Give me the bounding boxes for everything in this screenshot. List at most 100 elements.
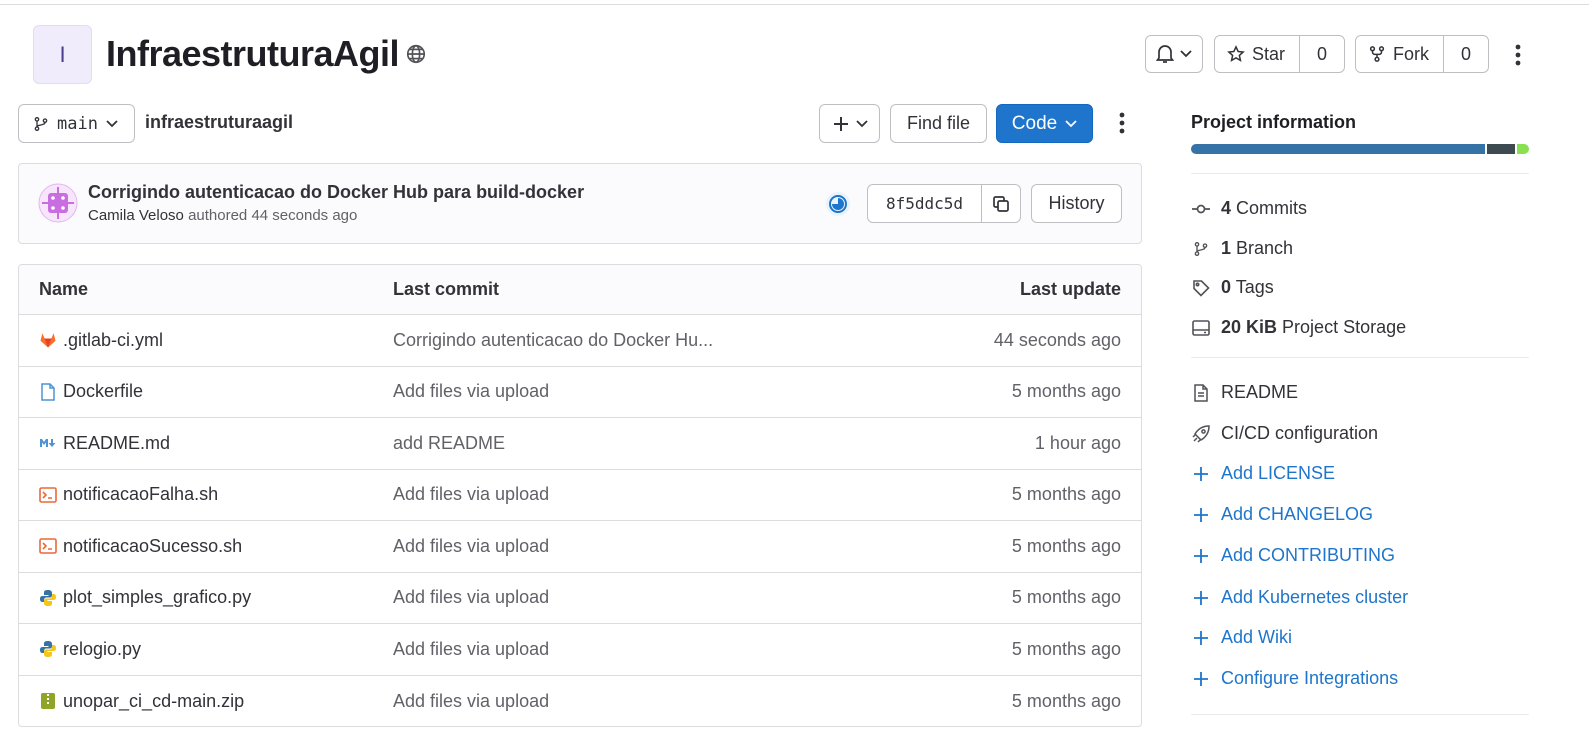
file-last-update: 5 months ago <box>1011 690 1121 711</box>
chevron-down-icon <box>1065 119 1077 127</box>
table-row[interactable]: README.md add README 1 hour ago <box>19 418 1141 470</box>
readme-link[interactable]: README <box>1191 382 1298 403</box>
table-row[interactable]: .gitlab-ci.yml Corrigindo autenticacao d… <box>19 315 1141 367</box>
chevron-down-icon <box>1180 50 1192 58</box>
plus-icon <box>1191 546 1211 566</box>
code-label: Code <box>1011 112 1058 134</box>
branches-label: Branch <box>1236 238 1294 258</box>
file-name[interactable]: plot_simples_grafico.py <box>63 587 251 608</box>
file-last-update: 5 months ago <box>1011 535 1121 556</box>
column-header-last-commit: Last commit <box>393 279 500 299</box>
language-bar-segment[interactable] <box>1191 144 1485 154</box>
file-name[interactable]: README.md <box>63 433 170 454</box>
commit-sha-group: 8f5ddc5d <box>867 184 1021 223</box>
file-name[interactable]: notificacaoFalha.sh <box>63 484 218 505</box>
file-last-update: 44 seconds ago <box>993 329 1121 350</box>
column-header-last-update: Last update <box>1019 279 1121 299</box>
branches-count: 1 <box>1221 238 1232 258</box>
add-wiki-link[interactable]: Add Wiki <box>1191 627 1292 648</box>
project-information-title: Project information <box>1191 112 1357 132</box>
fork-count[interactable]: 0 <box>1444 44 1488 65</box>
plus-icon <box>1191 588 1211 608</box>
tag-icon <box>1191 278 1211 298</box>
document-icon <box>1191 383 1211 403</box>
file-last-commit[interactable]: Add files via upload <box>393 484 843 505</box>
plus-icon <box>1191 505 1211 525</box>
commits-link[interactable]: 4 Commits <box>1191 198 1307 219</box>
add-wiki-label: Add Wiki <box>1221 627 1293 647</box>
fork-button-group: Fork 0 <box>1355 35 1489 73</box>
file-name[interactable]: notificacaoSucesso.sh <box>63 536 242 557</box>
project-avatar[interactable]: I <box>33 25 92 84</box>
branch-name: main <box>57 113 98 134</box>
file-last-commit[interactable]: Add files via upload <box>393 381 843 402</box>
plus-icon <box>1191 669 1211 689</box>
file-last-commit[interactable]: Add files via upload <box>393 691 843 712</box>
file-last-commit[interactable]: Add files via upload <box>393 587 843 608</box>
cicd-config-link[interactable]: CI/CD configuration <box>1191 423 1378 444</box>
file-last-commit[interactable]: add README <box>393 433 843 454</box>
commit-author[interactable]: Camila Veloso <box>88 207 184 224</box>
file-name[interactable]: .gitlab-ci.yml <box>63 330 163 351</box>
storage-icon <box>1191 318 1211 338</box>
python-icon <box>39 640 57 658</box>
add-kubernetes-link[interactable]: Add Kubernetes cluster <box>1191 587 1408 608</box>
copy-sha-button[interactable] <box>982 185 1020 222</box>
table-row[interactable]: Dockerfile Add files via upload 5 months… <box>19 367 1141 418</box>
find-file-button[interactable]: Find file <box>890 104 987 143</box>
storage-size: 20 KiB <box>1221 317 1278 337</box>
star-button[interactable]: Star <box>1215 36 1301 72</box>
add-dropdown-button[interactable] <box>819 104 880 143</box>
file-name[interactable]: relogio.py <box>63 639 141 660</box>
add-changelog-label: Add CHANGELOG <box>1221 504 1374 524</box>
more-actions-icon[interactable] <box>1508 42 1528 68</box>
commit-title[interactable]: Corrigindo autenticacao do Docker Hub pa… <box>88 182 584 203</box>
fork-button[interactable]: Fork <box>1356 36 1444 72</box>
table-row[interactable]: unopar_ci_cd-main.zip Add files via uplo… <box>19 676 1141 727</box>
table-row[interactable]: plot_simples_grafico.py Add files via up… <box>19 573 1141 624</box>
file-last-update: 5 months ago <box>1011 638 1121 659</box>
commit-icon <box>1191 199 1211 219</box>
add-changelog-link[interactable]: Add CHANGELOG <box>1191 504 1373 525</box>
column-header-name: Name <box>39 279 89 299</box>
branches-link[interactable]: 1 Branch <box>1191 238 1293 259</box>
tags-label: Tags <box>1235 277 1274 297</box>
language-bar-segment[interactable] <box>1486 144 1516 154</box>
repo-more-actions-icon[interactable] <box>1112 110 1132 136</box>
fork-label: Fork <box>1393 43 1429 64</box>
chevron-down-icon <box>106 119 118 127</box>
markdown-icon <box>39 434 57 452</box>
terminal-icon <box>39 486 57 504</box>
top-border <box>0 4 1589 5</box>
file-last-update: 5 months ago <box>1011 381 1121 402</box>
language-bar-segment[interactable] <box>1517 144 1529 154</box>
add-contributing-link[interactable]: Add CONTRIBUTING <box>1191 545 1395 566</box>
history-button[interactable]: History <box>1031 184 1122 223</box>
code-dropdown-button[interactable]: Code <box>996 104 1093 143</box>
file-last-commit[interactable]: Add files via upload <box>393 639 843 660</box>
branch-selector[interactable]: main <box>18 104 135 143</box>
file-last-commit[interactable]: Add files via upload <box>393 536 843 557</box>
file-last-update: 5 months ago <box>1011 484 1121 505</box>
tags-link[interactable]: 0 Tags <box>1191 277 1274 298</box>
table-row[interactable]: notificacaoSucesso.sh Add files via uplo… <box>19 521 1141 573</box>
storage-link[interactable]: 20 KiB Project Storage <box>1191 317 1406 338</box>
star-count[interactable]: 0 <box>1300 44 1344 65</box>
add-license-link[interactable]: Add LICENSE <box>1191 463 1335 484</box>
plus-icon <box>1191 464 1211 484</box>
author-avatar[interactable] <box>38 183 78 223</box>
file-name[interactable]: unopar_ci_cd-main.zip <box>63 691 244 712</box>
star-icon <box>1227 45 1245 62</box>
commit-sha[interactable]: 8f5ddc5d <box>868 185 982 222</box>
gitlab-icon <box>39 331 57 349</box>
file-last-commit[interactable]: Corrigindo autenticacao do Docker Hu... <box>393 330 843 351</box>
notification-button[interactable] <box>1145 35 1203 73</box>
file-name[interactable]: Dockerfile <box>63 381 143 402</box>
branch-icon <box>1191 239 1211 259</box>
table-row[interactable]: notificacaoFalha.sh Add files via upload… <box>19 470 1141 521</box>
pipeline-status-icon[interactable] <box>825 191 851 217</box>
repo-breadcrumb[interactable]: infraestruturaagil <box>145 112 293 133</box>
configure-integrations-link[interactable]: Configure Integrations <box>1191 668 1398 689</box>
language-bar[interactable] <box>1191 144 1529 154</box>
table-row[interactable]: relogio.py Add files via upload 5 months… <box>19 624 1141 676</box>
